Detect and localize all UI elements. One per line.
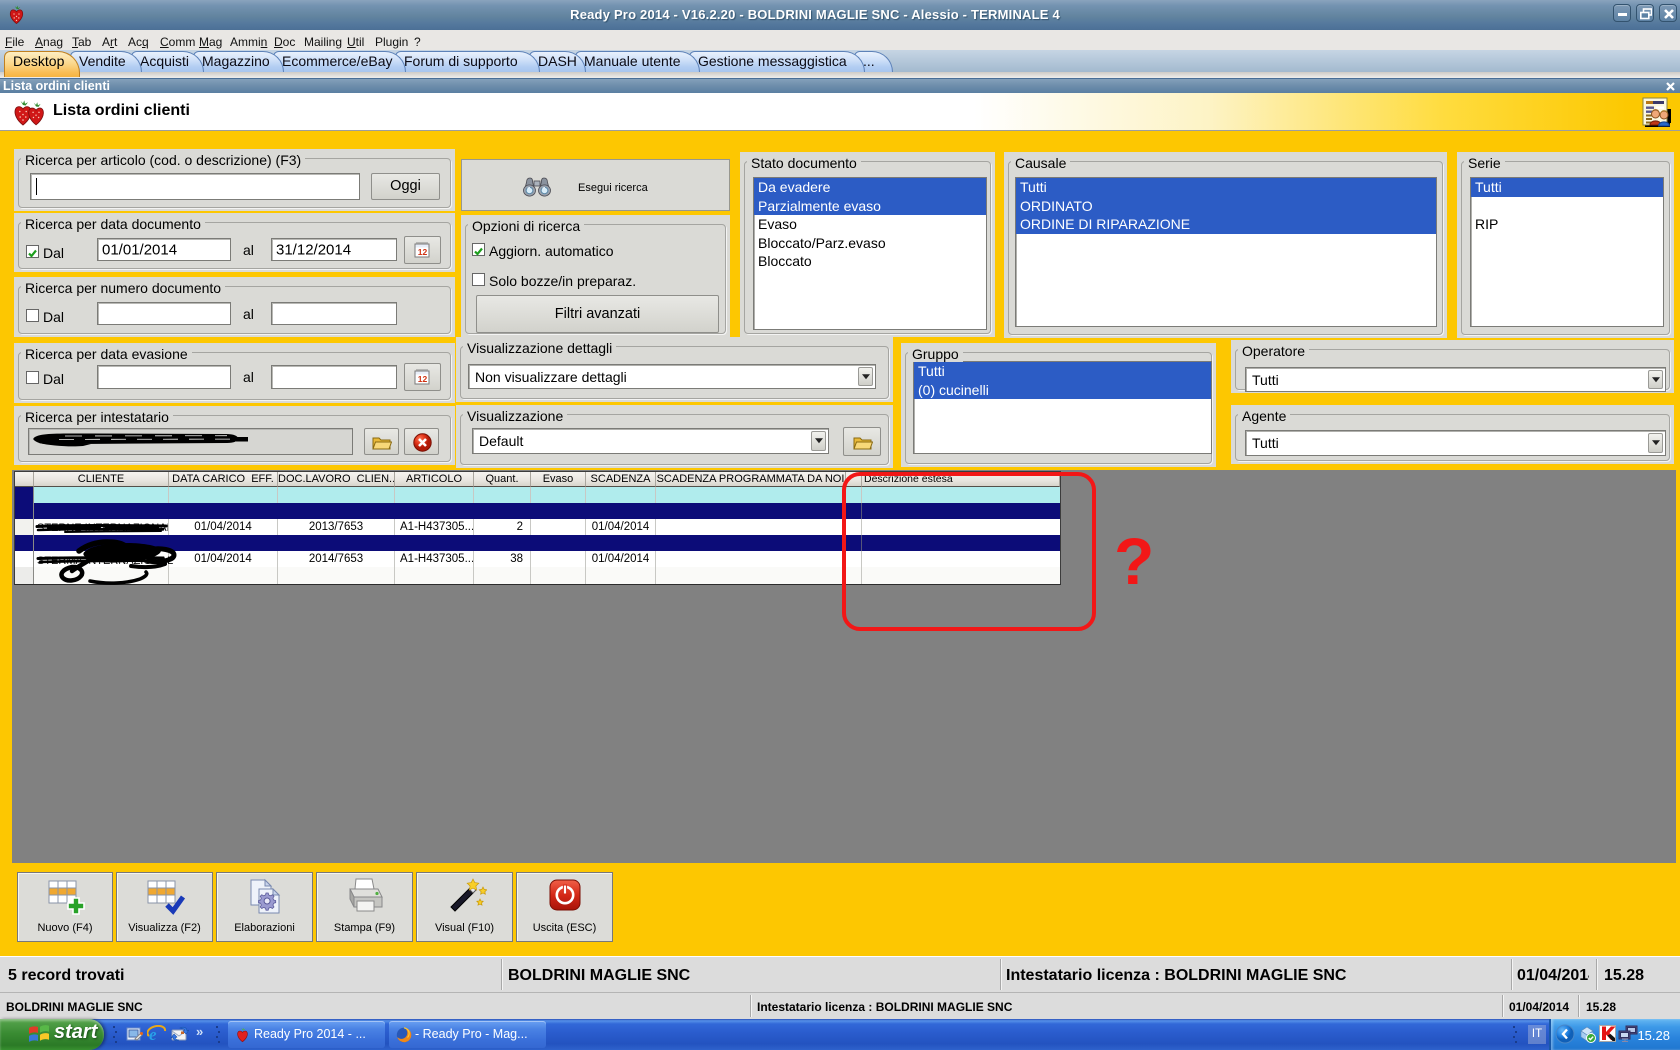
svg-text:12: 12	[418, 374, 428, 384]
svg-text:12: 12	[418, 247, 428, 257]
